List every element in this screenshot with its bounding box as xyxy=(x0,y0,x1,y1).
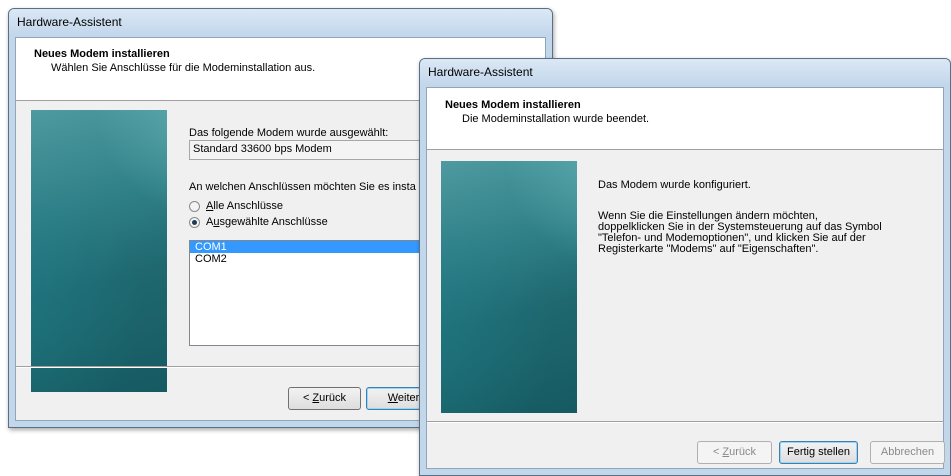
window-title: Hardware-Assistent xyxy=(428,65,533,79)
title-bar[interactable]: Hardware-Assistent xyxy=(9,9,552,36)
header-subtitle: Die Modeminstallation wurde beendet. xyxy=(462,113,650,125)
dialog-client-area: Neues Modem installieren Die Modeminstal… xyxy=(426,87,945,469)
radio-all-ports-label: Alle Anschlüsse xyxy=(206,200,284,212)
radio-selected-ports-label: Ausgewählte Anschlüsse xyxy=(206,216,328,228)
modem-name-value: Standard 33600 bps Modem xyxy=(193,143,332,155)
header-title: Neues Modem installieren xyxy=(34,48,170,60)
header-subtitle: Wählen Sie Anschlüsse für die Modeminsta… xyxy=(51,62,316,74)
button-separator xyxy=(427,421,943,423)
wizard-side-image xyxy=(31,110,167,392)
cancel-button[interactable]: Abbrechen xyxy=(870,441,945,464)
back-button[interactable]: < Zurück xyxy=(697,441,772,464)
header-title: Neues Modem installieren xyxy=(445,99,581,111)
wizard-header: Neues Modem installieren Die Modeminstal… xyxy=(427,88,943,150)
radio-all-ports-indicator xyxy=(189,200,200,212)
title-bar[interactable]: Hardware-Assistent xyxy=(420,59,950,86)
wizard-side-image xyxy=(441,161,577,413)
radio-all-ports[interactable]: Alle Anschlüsse xyxy=(189,200,283,212)
window-title: Hardware-Assistent xyxy=(17,15,122,29)
finish-button[interactable]: Fertig stellen xyxy=(779,441,858,464)
hardware-wizard-dialog-front: Hardware-Assistent Neues Modem installie… xyxy=(419,58,951,476)
radio-selected-ports[interactable]: Ausgewählte Anschlüsse xyxy=(189,216,328,228)
back-button[interactable]: < Zurück xyxy=(288,387,361,410)
completion-message: Das Modem wurde konfiguriert. xyxy=(598,179,751,191)
radio-selected-ports-indicator xyxy=(189,216,200,228)
ports-question-label: An welchen Anschlüssen möchten Sie es in… xyxy=(189,181,416,193)
instructions-line: Registerkarte "Modems" auf "Eigenschafte… xyxy=(598,243,819,255)
modem-label: Das folgende Modem wurde ausgewählt: xyxy=(189,127,389,139)
settings-instructions: Wenn Sie die Einstellungen ändern möchte… xyxy=(598,211,882,255)
